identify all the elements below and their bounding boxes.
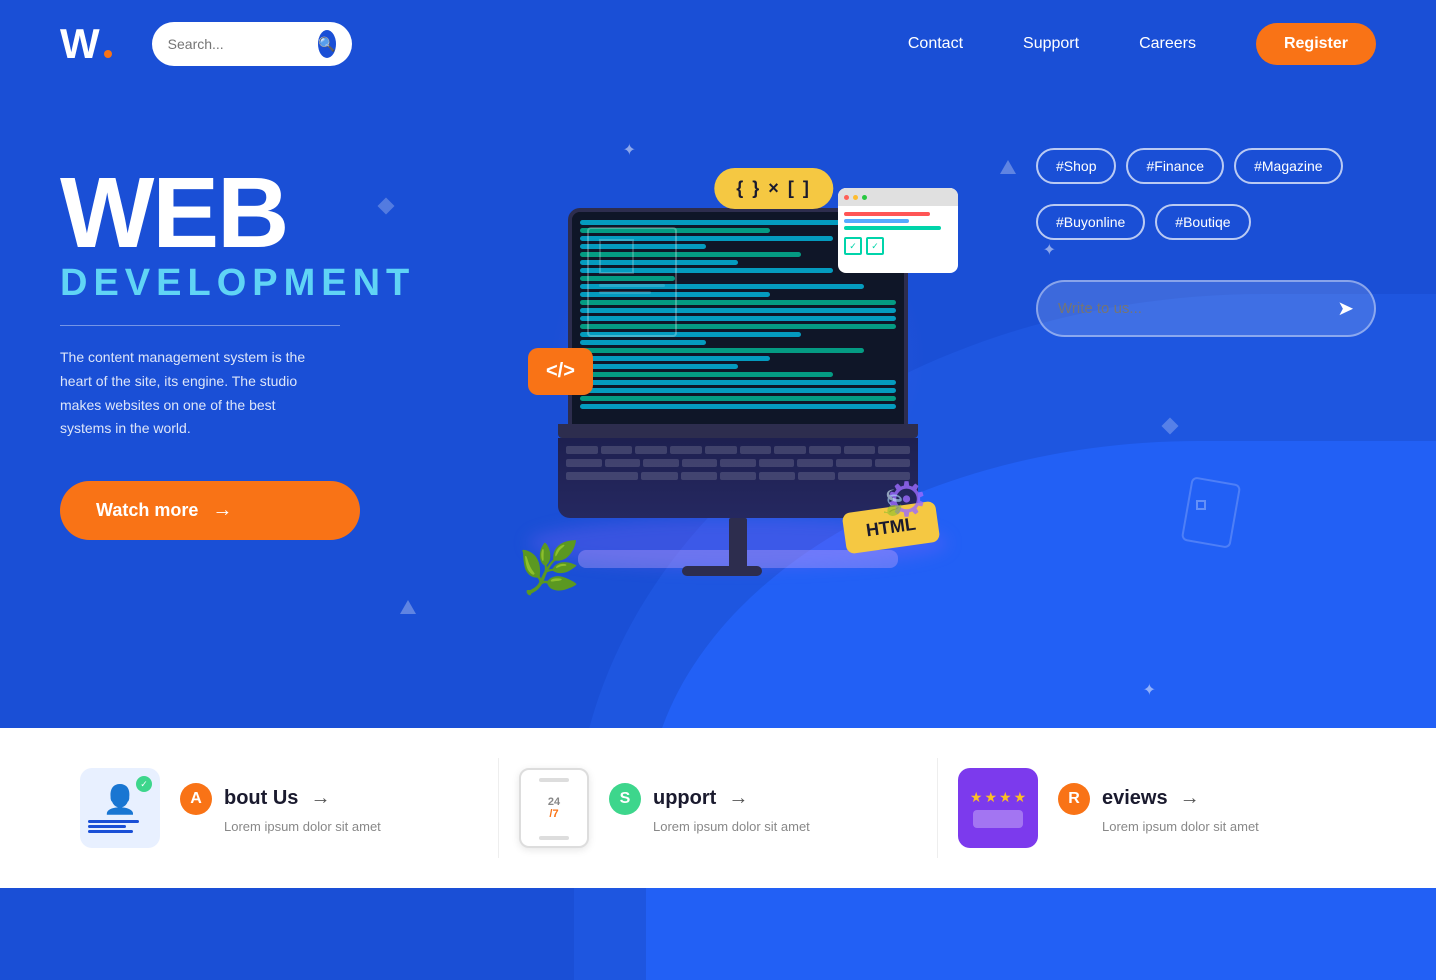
leaf-decoration: 🍃 <box>878 489 908 518</box>
tags-row: #Shop #Finance #Magazine <box>1036 148 1376 184</box>
tags-row-2: #Buyonline #Boutiqe <box>1036 204 1376 240</box>
search-button[interactable]: 🔍 <box>318 30 336 58</box>
hero-description: The content management system is the hea… <box>60 346 330 441</box>
tag-magazine[interactable]: #Magazine <box>1234 148 1343 184</box>
check-icon: ✓ <box>136 776 152 792</box>
watch-more-label: Watch more <box>96 500 198 521</box>
reviews-text: R eviews → Lorem ipsum dolor sit amet <box>1058 783 1259 834</box>
support-desc: Lorem ipsum dolor sit amet <box>653 819 810 834</box>
reviews-card: ★ ★ ★ ★ R eviews → Lorem ipsum dolor sit… <box>938 758 1376 858</box>
star-4: ★ <box>1014 789 1027 806</box>
about-icon: 👤 ✓ <box>80 768 160 848</box>
support-arrow[interactable]: → <box>728 787 748 810</box>
code-tag-badge: </> <box>528 348 593 395</box>
search-bar[interactable]: 🔍 <box>152 22 352 66</box>
watch-more-button[interactable]: Watch more → <box>60 481 360 540</box>
reviews-icon: ★ ★ ★ ★ <box>958 768 1038 848</box>
send-button[interactable]: ➤ <box>1337 296 1354 321</box>
logo-dot <box>104 50 112 58</box>
watch-more-arrow: → <box>212 499 232 522</box>
support-icon: 24 /7 <box>519 768 589 848</box>
reviews-letter-badge: R <box>1058 783 1090 815</box>
write-us-input[interactable] <box>1058 300 1327 317</box>
write-us-box[interactable]: ➤ <box>1036 280 1376 337</box>
nav-careers[interactable]: Careers <box>1139 35 1196 53</box>
code-bracket-badge: { } × [ ] <box>714 168 833 209</box>
hero-center: { } × [ ] HTML </> ✓ ✓ <box>440 128 1036 668</box>
support-letter-badge: S <box>609 783 641 815</box>
header: W 🔍 Contact Support Careers Register <box>0 0 1436 88</box>
about-letter-badge: A <box>180 783 212 815</box>
star-3: ★ <box>999 789 1012 806</box>
hero-section: WEB DEVELOPMENT The content management s… <box>0 88 1436 728</box>
tag-boutique[interactable]: #Boutiqe <box>1155 204 1250 240</box>
plant-decoration: 🌿 <box>518 539 580 598</box>
nav-contact[interactable]: Contact <box>908 35 963 53</box>
logo: W <box>60 23 112 65</box>
register-button[interactable]: Register <box>1256 23 1376 65</box>
hero-title-development: DEVELOPMENT <box>60 262 440 305</box>
support-title: upport <box>653 787 716 810</box>
tag-finance[interactable]: #Finance <box>1126 148 1224 184</box>
person-icon: 👤 <box>103 783 138 816</box>
hero-right: #Shop #Finance #Magazine #Buyonline #Bou… <box>1036 128 1376 668</box>
bottom-section: 👤 ✓ A bout Us → Lorem ipsum dolor sit am… <box>0 728 1436 888</box>
chat-bubble <box>973 810 1023 828</box>
hero-title-web: WEB <box>60 168 440 258</box>
about-us-arrow[interactable]: → <box>310 787 330 810</box>
hero-left: WEB DEVELOPMENT The content management s… <box>60 128 440 668</box>
stars-row: ★ ★ ★ ★ <box>970 789 1026 806</box>
about-us-text: A bout Us → Lorem ipsum dolor sit amet <box>180 783 381 834</box>
tag-buyonline[interactable]: #Buyonline <box>1036 204 1145 240</box>
reviews-title: eviews <box>1102 787 1168 810</box>
laptop-base <box>558 424 918 438</box>
reviews-arrow[interactable]: → <box>1180 787 1200 810</box>
about-us-desc: Lorem ipsum dolor sit amet <box>224 819 381 834</box>
logo-letter: W <box>60 23 100 65</box>
reviews-desc: Lorem ipsum dolor sit amet <box>1102 819 1259 834</box>
about-us-title: bout Us <box>224 787 298 810</box>
about-us-card: 👤 ✓ A bout Us → Lorem ipsum dolor sit am… <box>60 758 499 858</box>
laptop-scene: { } × [ ] HTML </> ✓ ✓ <box>498 168 978 628</box>
tag-shop[interactable]: #Shop <box>1036 148 1116 184</box>
support-text: S upport → Lorem ipsum dolor sit amet <box>609 783 810 834</box>
star-2: ★ <box>984 789 997 806</box>
search-input[interactable] <box>168 36 308 52</box>
phone-bar <box>539 778 569 782</box>
star-1: ★ <box>970 789 983 806</box>
browser-preview: ✓ ✓ <box>838 188 958 273</box>
nav: Contact Support Careers Register <box>908 23 1376 65</box>
hero-divider <box>60 325 340 326</box>
support-card: 24 /7 S upport → Lorem ipsum dolor sit a… <box>499 758 938 858</box>
laptop-keyboard <box>558 438 918 518</box>
nav-support[interactable]: Support <box>1023 35 1079 53</box>
